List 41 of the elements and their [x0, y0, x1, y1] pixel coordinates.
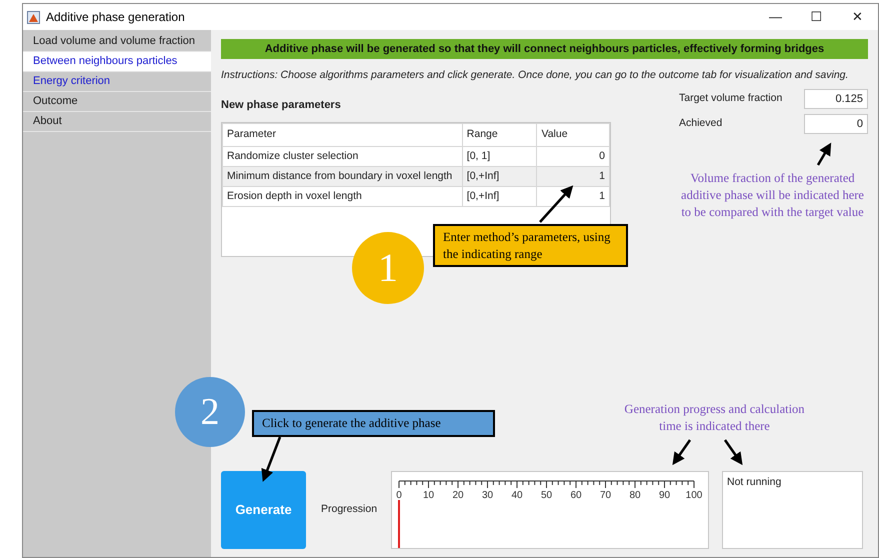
scale-label: 70	[600, 490, 612, 499]
scale-label: 80	[629, 490, 641, 499]
instructions-text: Instructions: Choose algorithms parameters and click generate. Once done, you can go to the outcome tab for visualization and saving.	[221, 68, 850, 83]
scale-label: 20	[452, 490, 464, 499]
column-header: Parameter	[222, 124, 462, 147]
scale-label: 10	[422, 490, 434, 499]
scale-label: 90	[658, 490, 670, 499]
app-icon	[27, 10, 40, 24]
arrow	[816, 142, 832, 166]
callout-box: Click to generate the additive phase	[252, 410, 495, 437]
number-field[interactable]: 0.125	[804, 88, 868, 109]
minimize-button[interactable]: —	[755, 7, 796, 27]
annotation-text: Volume fraction of the generated additive phase will be indicated here to be compared with the target value	[680, 170, 865, 221]
scale-label: 60	[570, 490, 582, 499]
field-label: Achieved	[679, 116, 724, 131]
progress-label: Progression	[321, 502, 378, 518]
column-header: Range	[462, 124, 537, 147]
scale-label: 50	[540, 490, 552, 499]
table-cell[interactable]: 1	[536, 186, 610, 207]
status-box: Not running	[722, 471, 863, 549]
column-header: Value	[536, 124, 610, 147]
scale-label: 0	[396, 490, 402, 499]
number-field[interactable]: 0	[804, 114, 868, 134]
scale-label: 100	[686, 490, 702, 499]
table-cell: [0,+Inf]	[462, 186, 537, 207]
sidebar-tab[interactable]: Between neighbours particles	[23, 52, 211, 72]
window-title: Additive phase generation	[46, 9, 185, 26]
scale-label: 40	[511, 490, 523, 499]
info-banner: Additive phase will be generated so that they will connect neighbours particles, effectively forming bridges	[221, 39, 868, 59]
field-label: Target volume fraction	[679, 90, 784, 106]
arrow	[724, 439, 743, 466]
arrow	[261, 436, 282, 482]
arrow	[672, 439, 692, 466]
scale-label: 30	[482, 490, 494, 499]
arrow	[539, 185, 574, 223]
annotation-text: Generation progress and calculation time is indicated there	[623, 401, 806, 435]
maximize-button[interactable]: ☐	[796, 7, 837, 27]
close-button[interactable]: ✕	[837, 7, 878, 27]
section-title: New phase parameters	[221, 98, 342, 113]
table-cell: Erosion depth in voxel length	[222, 186, 462, 207]
callout-box: Enter method’s parameters, using the indicating range	[433, 224, 628, 267]
